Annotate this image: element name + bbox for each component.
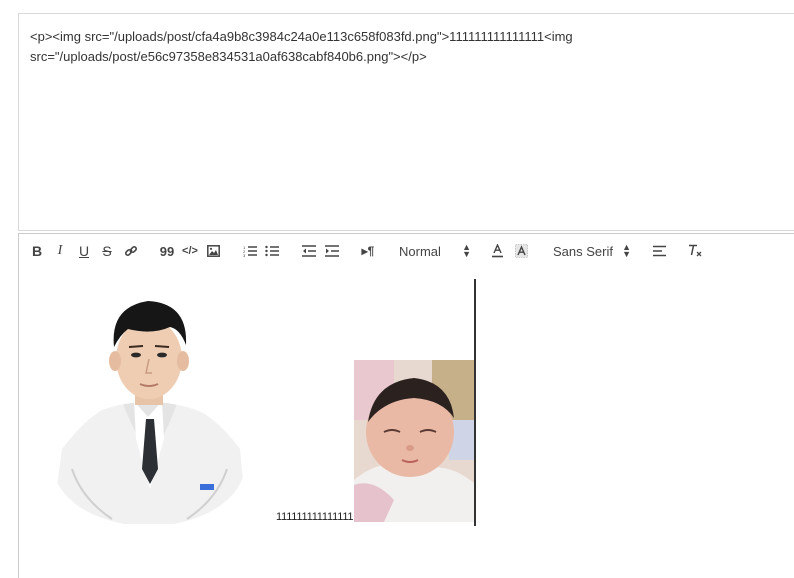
- font-select-value: Sans Serif: [553, 243, 613, 259]
- underline-icon: U: [78, 243, 90, 259]
- strike-icon: S: [102, 243, 112, 259]
- link-button[interactable]: [122, 234, 140, 268]
- ordered-list-icon: 1 2 3: [243, 245, 257, 257]
- ordered-list-button[interactable]: 1 2 3: [242, 234, 258, 268]
- underline-button[interactable]: U: [76, 234, 92, 268]
- direction-button[interactable]: ▸¶: [359, 234, 377, 268]
- bold-button[interactable]: B: [29, 234, 45, 268]
- header-select[interactable]: Normal ▲ ▼: [399, 234, 471, 268]
- font-select[interactable]: Sans Serif ▲ ▼: [553, 234, 631, 268]
- editor-toolbar: B I U S 99 </> 1 2 3 ▸¶ Normal ▲ ▼ Sans …: [18, 233, 794, 269]
- clear-format-icon: [689, 244, 702, 257]
- rtl-direction-icon: ▸¶: [361, 244, 375, 258]
- bold-icon: B: [31, 243, 43, 259]
- bullet-list-icon: [265, 245, 279, 257]
- code-block-button[interactable]: </>: [181, 234, 199, 268]
- background-color-icon: [514, 244, 528, 258]
- background-color-button[interactable]: [513, 234, 529, 268]
- blockquote-icon: 99: [159, 243, 175, 259]
- text-color-icon: [491, 244, 503, 258]
- strike-button[interactable]: S: [99, 234, 115, 268]
- align-button[interactable]: [651, 234, 667, 268]
- image-icon: [206, 245, 220, 257]
- blockquote-button[interactable]: 99: [159, 234, 175, 268]
- html-source-textarea[interactable]: <p><img src="/uploads/post/cfa4a9b8c3984…: [18, 13, 794, 231]
- outdent-button[interactable]: [301, 234, 317, 268]
- image-button[interactable]: [205, 234, 221, 268]
- text-color-button[interactable]: [489, 234, 505, 268]
- bullet-list-button[interactable]: [264, 234, 280, 268]
- align-icon: [652, 245, 666, 257]
- code-block-icon: </>: [182, 245, 198, 257]
- select-arrows-icon: ▲ ▼: [462, 242, 471, 259]
- clear-format-button[interactable]: [686, 234, 704, 268]
- doctor-portrait-image[interactable]: [52, 289, 247, 524]
- html-source-text: <p><img src="/uploads/post/cfa4a9b8c3984…: [30, 29, 577, 64]
- indent-button[interactable]: [324, 234, 340, 268]
- outdent-icon: [302, 245, 316, 257]
- link-icon: [124, 245, 138, 257]
- italic-icon: I: [57, 243, 63, 258]
- editor-content-area[interactable]: 111111111111111: [18, 268, 794, 578]
- header-select-value: Normal: [399, 243, 441, 259]
- svg-text:3: 3: [243, 253, 246, 257]
- indent-icon: [325, 245, 339, 257]
- inline-text: 111111111111111: [276, 511, 354, 523]
- text-cursor: [474, 279, 476, 526]
- italic-button[interactable]: I: [52, 234, 68, 268]
- font-select-arrows-icon: ▲ ▼: [622, 242, 631, 259]
- baby-photo-image[interactable]: [354, 360, 476, 522]
